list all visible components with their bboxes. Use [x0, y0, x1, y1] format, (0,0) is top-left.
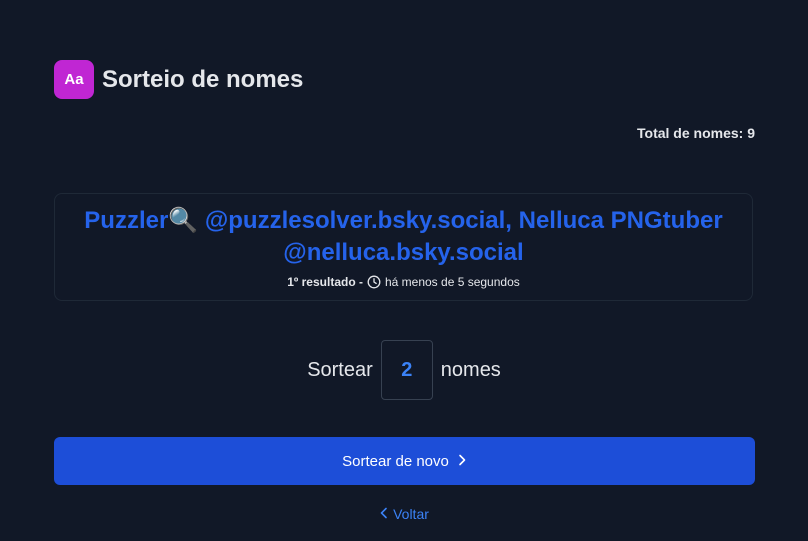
result-meta: 1º resultado - há menos de 5 segundos	[55, 275, 752, 289]
page-title: Sorteio de nomes	[102, 65, 304, 93]
draw-prefix-label: Sortear	[307, 358, 373, 381]
result-time: há menos de 5 segundos	[384, 275, 520, 289]
chevron-right-icon	[457, 453, 467, 470]
result-card: Puzzler🔍 @puzzlesolver.bsky.social, Nell…	[54, 193, 753, 301]
total-names-count: Total de nomes: 9	[637, 125, 755, 141]
page: Aa Sorteio de nomes Total de nomes: 9 Pu…	[0, 0, 808, 541]
names-count-input[interactable]	[380, 340, 433, 400]
clock-icon	[367, 275, 381, 289]
redraw-button[interactable]: Sortear de novo	[54, 437, 755, 485]
result-ordinal: 1º resultado -	[287, 275, 363, 289]
back-link-label: Voltar	[393, 506, 429, 522]
draw-suffix-label: nomes	[440, 358, 501, 381]
redraw-button-label: Sortear de novo	[342, 452, 449, 470]
chevron-left-icon	[379, 506, 389, 522]
draw-count-row: Sortear nomes	[0, 339, 808, 401]
header: Aa Sorteio de nomes	[54, 60, 303, 99]
app-logo-icon: Aa	[54, 60, 94, 99]
result-names: Puzzler🔍 @puzzlesolver.bsky.social, Nell…	[84, 207, 723, 266]
back-link[interactable]: Voltar	[0, 506, 808, 522]
